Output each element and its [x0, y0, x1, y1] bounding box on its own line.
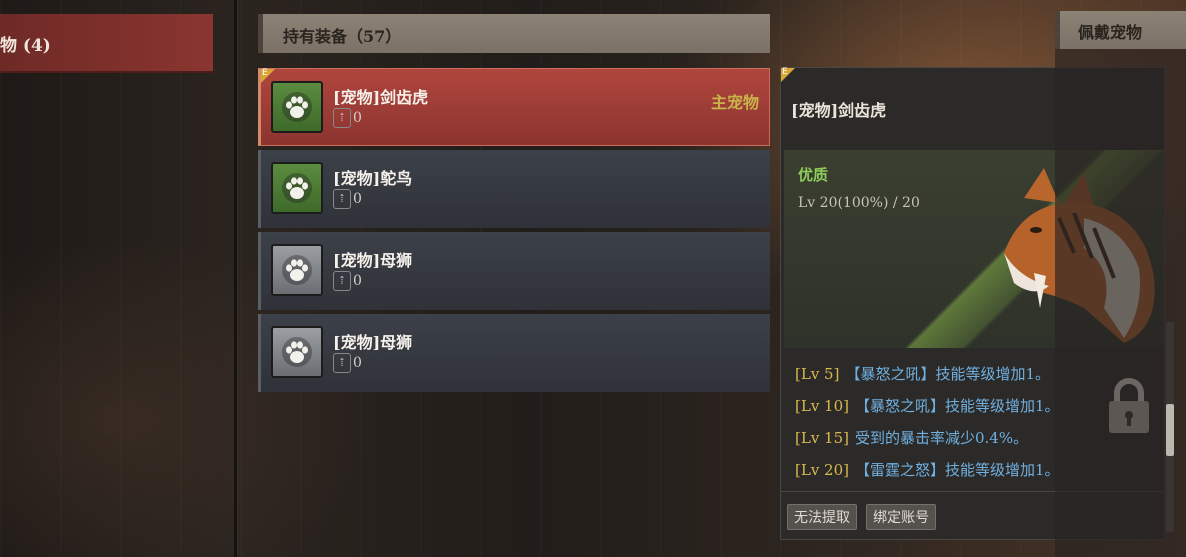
quality-label: 优质 — [798, 166, 829, 184]
inventory-item[interactable]: [宠物]母狮 ⇡ 0 — [258, 314, 770, 392]
column-divider — [234, 0, 237, 557]
bind-account-tag: 绑定账号 — [866, 504, 937, 530]
lock-icon — [1109, 378, 1149, 433]
inventory-header: 持有装备（57） — [258, 14, 770, 53]
item-enhance-value: ⇡ 0 — [333, 353, 362, 373]
effect-line: [Lv 20] 【雷霆之怒】技能等级增加1。 — [795, 461, 1060, 479]
item-name: [宠物]母狮 — [333, 251, 413, 270]
item-name: [宠物]剑齿虎 — [333, 88, 429, 107]
inventory-item[interactable]: [宠物]鸵鸟 ⇡ 0 — [258, 150, 770, 228]
inventory-list: E [宠物]剑齿虎 ⇡ 0 主宠物 [宠物]鸵鸟 ⇡ 0 [宠物]母狮 ⇡ 0 … — [258, 68, 770, 396]
item-enhance-value: ⇡ 0 — [333, 189, 362, 209]
item-thumbnail — [271, 326, 323, 378]
no-extract-tag: 无法提取 — [787, 504, 857, 530]
paw-icon — [282, 92, 312, 122]
paw-icon — [282, 255, 312, 285]
effects-list: [Lv 5] 【暴怒之吼】技能等级增加1。 [Lv 10] 【暴怒之吼】技能等级增加… — [795, 358, 1060, 486]
item-name: [宠物]母狮 — [333, 333, 413, 352]
inventory-header-label: 持有装备（57） — [283, 27, 402, 46]
inventory-item[interactable]: E [宠物]剑齿虎 ⇡ 0 主宠物 — [258, 68, 770, 146]
item-thumbnail — [271, 81, 323, 133]
equipped-pet-header: 佩戴宠物 — [1055, 11, 1186, 49]
effect-line: [Lv 10] 【暴怒之吼】技能等级增加1。 — [795, 397, 1060, 415]
item-thumbnail — [271, 162, 323, 214]
category-pets-selected[interactable]: 物 (4) — [0, 14, 213, 73]
item-thumbnail — [271, 244, 323, 296]
enhance-icon: ⇡ — [333, 271, 351, 291]
level-text: Lv 20(100%) / 20 — [798, 195, 920, 211]
effect-line: [Lv 5] 【暴怒之吼】技能等级增加1。 — [795, 365, 1050, 383]
detail-tags: 无法提取 绑定账号 — [787, 504, 940, 530]
paw-icon — [282, 337, 312, 367]
scrollbar-thumb[interactable] — [1166, 404, 1174, 456]
category-label: 物 (4) — [0, 36, 51, 56]
paw-icon — [282, 173, 312, 203]
item-enhance-value: ⇡ 0 — [333, 271, 362, 291]
detail-title: [宠物]剑齿虎 — [791, 101, 887, 120]
enhance-icon: ⇡ — [333, 353, 351, 373]
inventory-item[interactable]: [宠物]母狮 ⇡ 0 — [258, 232, 770, 310]
main-pet-tag: 主宠物 — [710, 93, 759, 112]
equipped-pet-header-label: 佩戴宠物 — [1078, 23, 1143, 42]
grade-badge: E — [781, 67, 795, 82]
item-name: [宠物]鸵鸟 — [333, 169, 413, 188]
item-enhance-value: ⇡ 0 — [333, 108, 362, 128]
enhance-icon: ⇡ — [333, 108, 351, 128]
effect-line: [Lv 15] 受到的暴击率减少0.4%。 — [795, 429, 1029, 447]
enhance-icon: ⇡ — [333, 189, 351, 209]
